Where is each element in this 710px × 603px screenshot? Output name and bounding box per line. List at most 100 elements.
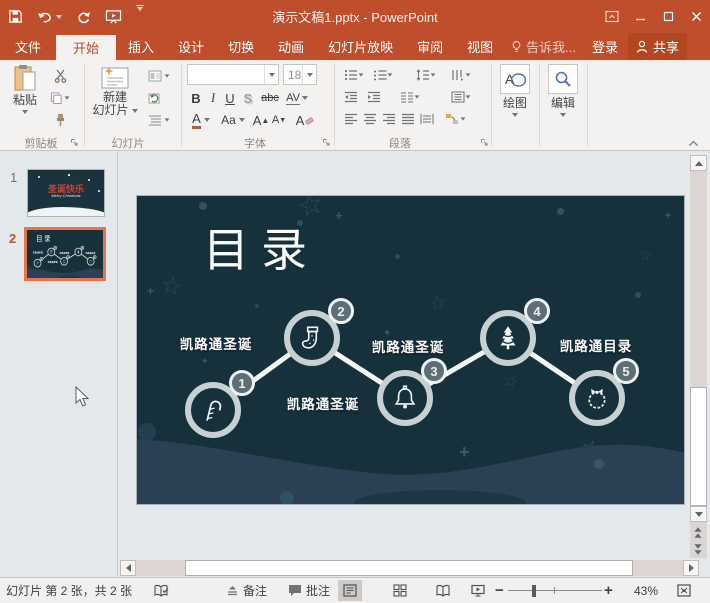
close-button[interactable]	[682, 0, 710, 33]
dialog-launcher-clipboard[interactable]	[70, 136, 80, 146]
node-label-3[interactable]: 凯路通圣诞	[46, 260, 59, 263]
view-slideshow-button[interactable]	[466, 580, 490, 601]
shrink-font-button[interactable]: A▼	[270, 110, 288, 130]
collapse-ribbon-button[interactable]	[688, 136, 702, 146]
node-label-2[interactable]: 凯路通圣诞	[362, 336, 454, 356]
font-name-combobox[interactable]	[187, 64, 279, 85]
clear-formatting-button[interactable]: A	[294, 110, 316, 130]
font-name-dropdown[interactable]	[264, 65, 278, 84]
sign-in-button[interactable]: 登录	[582, 33, 628, 60]
view-slide-sorter-button[interactable]	[388, 580, 412, 601]
reset-button[interactable]	[144, 88, 164, 108]
zoom-slider-handle[interactable]	[532, 585, 536, 597]
tab-home[interactable]: 开始	[56, 35, 116, 60]
node-label-3[interactable]: 凯路通圣诞	[277, 393, 369, 413]
spellcheck-button[interactable]	[154, 578, 169, 603]
align-right-button[interactable]	[379, 109, 399, 129]
align-text-button[interactable]	[446, 87, 476, 107]
slide-canvas[interactable]: ☆ ☆ ☆ ☆ ☆ ☆ ☆ + + ✦ + + ✦ 目录	[136, 195, 685, 505]
qat-customize-button[interactable]	[136, 5, 144, 29]
node-label-4[interactable]: 凯路通目录	[84, 252, 97, 255]
section-button[interactable]	[144, 110, 174, 130]
layout-button[interactable]	[144, 66, 174, 86]
columns-button[interactable]	[396, 87, 424, 107]
view-reading-button[interactable]	[431, 580, 455, 601]
convert-smartart-button[interactable]	[440, 109, 470, 129]
redo-button[interactable]	[76, 5, 91, 29]
tab-slideshow[interactable]: 幻灯片放映	[316, 33, 405, 60]
tab-file[interactable]: 文件	[0, 33, 56, 60]
tab-view[interactable]: 视图	[455, 33, 505, 60]
undo-button[interactable]	[37, 5, 62, 29]
bullets-button[interactable]	[341, 65, 367, 85]
maximize-button[interactable]	[654, 0, 682, 33]
zoom-percentage[interactable]: 43%	[634, 578, 658, 603]
align-left-button[interactable]	[341, 109, 361, 129]
scroll-right-button[interactable]	[683, 560, 699, 576]
horizontal-scroll-thumb[interactable]	[185, 560, 633, 576]
character-spacing-button[interactable]: AV	[286, 88, 308, 108]
distribute-button[interactable]	[417, 109, 437, 129]
notes-button[interactable]: 备注	[226, 578, 267, 603]
status-slide-info[interactable]: 幻灯片 第 2 张，共 2 张	[6, 578, 132, 603]
share-button[interactable]: 共享	[628, 33, 687, 60]
align-center-button[interactable]	[360, 109, 380, 129]
paste-button[interactable]: 粘贴	[4, 62, 46, 133]
scroll-left-button[interactable]	[120, 560, 136, 576]
copy-button[interactable]	[50, 88, 70, 108]
scroll-up-button[interactable]	[690, 155, 707, 171]
zoom-out-button[interactable]: −	[495, 578, 504, 603]
node-label-2[interactable]: 凯路通圣诞	[58, 252, 71, 255]
next-slide-button[interactable]	[694, 544, 702, 555]
text-direction-button[interactable]	[446, 65, 476, 85]
text-shadow-button[interactable]: S	[240, 88, 256, 108]
editing-button[interactable]: 编辑	[543, 62, 583, 133]
slide-thumbnail-2[interactable]: ☆ ☆ ☆ ☆ ☆ ☆ ☆ + + ✦ + + ✦ 目录	[24, 227, 106, 281]
line-spacing-button[interactable]	[412, 65, 440, 85]
node-label-1[interactable]: 凯路通圣诞	[32, 251, 45, 254]
font-size-combobox[interactable]: 18	[283, 64, 317, 85]
tab-insert[interactable]: 插入	[116, 33, 166, 60]
dialog-launcher-font[interactable]	[322, 136, 332, 146]
node-label-1[interactable]: 凯路通圣诞	[170, 333, 262, 353]
dialog-launcher-paragraph[interactable]	[480, 136, 490, 146]
drawing-button[interactable]: A 绘图	[495, 62, 535, 133]
undo-dropdown-caret[interactable]	[56, 15, 62, 19]
grow-font-button[interactable]: A▲	[252, 110, 270, 130]
change-case-button[interactable]: Aa	[218, 110, 248, 130]
underline-button[interactable]: U	[222, 88, 238, 108]
zoom-in-button[interactable]: +	[604, 578, 613, 603]
new-slide-button[interactable]: 新建 幻灯片	[90, 62, 140, 133]
view-normal-button[interactable]	[338, 580, 362, 601]
ribbon-display-options-button[interactable]	[598, 0, 626, 33]
vertical-scroll-thumb[interactable]	[690, 387, 707, 506]
comments-button[interactable]: 批注	[288, 578, 330, 603]
node-label-4[interactable]: 凯路通目录	[550, 335, 642, 355]
font-color-button[interactable]: A	[188, 110, 214, 130]
slide-thumbnail-1[interactable]: 圣诞快乐 Merry Christmas	[27, 169, 105, 217]
save-button[interactable]	[8, 5, 23, 29]
bold-button[interactable]: B	[188, 88, 204, 108]
zoom-slider[interactable]	[508, 578, 602, 603]
scroll-down-button[interactable]	[690, 506, 707, 522]
start-slideshow-button[interactable]	[105, 5, 122, 29]
format-painter-button[interactable]	[50, 110, 70, 130]
tab-animations[interactable]: 动画	[266, 33, 316, 60]
increase-indent-button[interactable]	[364, 87, 384, 107]
decrease-indent-button[interactable]	[341, 87, 361, 107]
minimize-button[interactable]	[626, 0, 654, 33]
strikethrough-button[interactable]: abc	[258, 88, 282, 108]
tab-review[interactable]: 审阅	[405, 33, 455, 60]
fit-slide-to-window-button[interactable]	[672, 580, 696, 601]
cut-button[interactable]	[50, 66, 70, 86]
font-size-dropdown[interactable]	[302, 65, 316, 84]
justify-button[interactable]	[398, 109, 418, 129]
numbering-button[interactable]	[370, 65, 396, 85]
tab-design[interactable]: 设计	[166, 33, 216, 60]
italic-button[interactable]: I	[206, 88, 220, 108]
tab-transitions[interactable]: 切换	[216, 33, 266, 60]
previous-slide-button[interactable]	[694, 527, 702, 538]
align-right-icon	[382, 113, 396, 125]
snow-dot	[88, 179, 90, 181]
tell-me-button[interactable]: 告诉我...	[505, 33, 582, 60]
